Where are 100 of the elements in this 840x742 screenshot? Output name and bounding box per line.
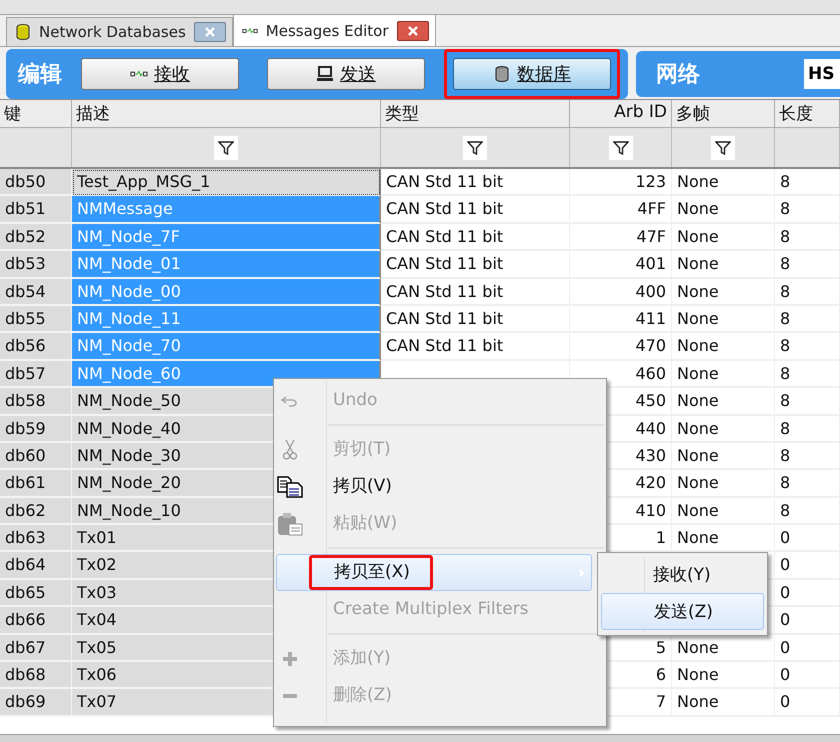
arb-id-cell: 123 <box>570 169 672 196</box>
filter-icon[interactable] <box>711 136 735 160</box>
multiframe-cell: None <box>672 169 775 196</box>
length-cell: 0 <box>775 634 840 662</box>
length-cell: 8 <box>775 169 840 196</box>
length-cell: 8 <box>775 278 840 306</box>
key-cell: db59 <box>0 416 72 443</box>
column-header[interactable]: Arb ID <box>570 100 672 127</box>
multiframe-cell: None <box>672 388 775 416</box>
length-cell: 0 <box>775 662 840 690</box>
type-cell: CAN Std 11 bit <box>381 333 570 361</box>
multiframe-cell: None <box>672 416 775 443</box>
menu-item[interactable]: 接收(Y) <box>601 556 764 593</box>
filter-icon[interactable] <box>463 136 487 160</box>
toolbar-button[interactable]: 接收 <box>81 58 239 90</box>
key-cell: db50 <box>0 169 72 196</box>
key-cell: db68 <box>0 662 72 690</box>
multiframe-cell: None <box>672 278 775 306</box>
length-cell: 8 <box>775 442 840 470</box>
toolbar-title: 编辑 <box>18 61 62 89</box>
multiframe-cell: None <box>672 306 775 334</box>
arb-id-cell: 4FF <box>570 196 672 224</box>
key-cell: db60 <box>0 442 72 470</box>
key-cell: db64 <box>0 552 72 580</box>
length-cell: 8 <box>775 498 840 526</box>
length-cell: 8 <box>775 196 840 224</box>
arb-id-cell: 470 <box>570 333 672 361</box>
network-field[interactable]: HS <box>804 59 840 89</box>
multiframe-cell: None <box>672 333 775 361</box>
key-cell: db69 <box>0 689 72 717</box>
description-cell[interactable]: Test_App_MSG_1 <box>72 169 381 196</box>
multiframe-cell: None <box>672 442 775 470</box>
length-cell: 8 <box>775 470 840 498</box>
menu-item[interactable]: 发送(Z) <box>601 593 764 630</box>
network-label: 网络 <box>656 61 700 89</box>
key-cell: db62 <box>0 498 72 526</box>
key-cell: db54 <box>0 278 72 306</box>
length-cell: 0 <box>775 689 840 717</box>
column-header[interactable]: 多帧 <box>672 100 775 127</box>
tab[interactable]: Messages Editor <box>232 14 436 46</box>
key-cell: db53 <box>0 251 72 279</box>
multiframe-cell: None <box>672 470 775 498</box>
filter-icon[interactable] <box>214 136 238 160</box>
key-cell: db61 <box>0 470 72 498</box>
close-button[interactable] <box>396 20 429 40</box>
length-cell: 8 <box>775 388 840 416</box>
key-cell: db58 <box>0 388 72 416</box>
type-cell: CAN Std 11 bit <box>381 306 570 334</box>
multiframe-cell: None <box>672 251 775 279</box>
arb-id-cell: 411 <box>570 306 672 334</box>
type-cell: CAN Std 11 bit <box>381 251 570 279</box>
arb-id-cell: 401 <box>570 251 672 279</box>
column-header[interactable]: 类型 <box>381 100 570 127</box>
length-cell: 8 <box>775 251 840 279</box>
type-cell: CAN Std 11 bit <box>381 278 570 306</box>
toolbar-button[interactable]: 数据库 <box>453 58 611 90</box>
arb-id-cell: 400 <box>570 278 672 306</box>
monitor-icon <box>316 66 334 82</box>
key-cell: db63 <box>0 525 72 552</box>
column-header[interactable]: 长度 <box>775 100 840 127</box>
length-cell: 8 <box>775 416 840 443</box>
type-cell: CAN Std 11 bit <box>381 169 570 196</box>
column-header[interactable]: 键 <box>0 100 72 127</box>
tab[interactable]: Network Databases <box>6 17 233 46</box>
undo-icon <box>281 394 299 406</box>
key-cell: db65 <box>0 580 72 608</box>
length-cell: 0 <box>775 525 840 552</box>
multiframe-cell: None <box>672 662 775 690</box>
multiframe-cell: None <box>672 224 775 252</box>
menu-item[interactable]: 拷贝至(X) <box>276 554 592 591</box>
multiframe-cell: None <box>672 498 775 526</box>
toolbar-button[interactable]: 发送 <box>267 58 425 90</box>
plus-icon <box>283 652 297 666</box>
multiframe-cell: None <box>672 689 775 717</box>
key-cell: db55 <box>0 306 72 334</box>
multiframe-cell: None <box>672 360 775 388</box>
key-cell: db57 <box>0 360 72 388</box>
filter-icon[interactable] <box>608 136 632 160</box>
key-cell: db56 <box>0 333 72 361</box>
close-icon <box>204 27 216 37</box>
length-cell: 8 <box>775 306 840 334</box>
minus-icon <box>283 692 297 698</box>
type-cell: CAN Std 11 bit <box>381 196 570 224</box>
paste-icon <box>277 512 303 536</box>
arb-id-cell: 47F <box>570 224 672 252</box>
multiframe-cell: None <box>672 196 775 224</box>
key-cell: db66 <box>0 607 72 635</box>
key-cell: db67 <box>0 634 72 662</box>
database-icon <box>493 66 511 82</box>
length-cell: 0 <box>775 607 840 635</box>
length-cell: 0 <box>775 580 840 608</box>
column-header[interactable]: 描述 <box>72 100 381 127</box>
key-cell: db51 <box>0 196 72 224</box>
scissors-icon <box>283 438 297 460</box>
type-cell: CAN Std 11 bit <box>381 224 570 252</box>
key-cell: db52 <box>0 224 72 252</box>
close-button[interactable] <box>194 22 226 42</box>
database-icon <box>15 24 31 40</box>
length-cell: 8 <box>775 333 840 361</box>
length-cell: 8 <box>775 360 840 388</box>
